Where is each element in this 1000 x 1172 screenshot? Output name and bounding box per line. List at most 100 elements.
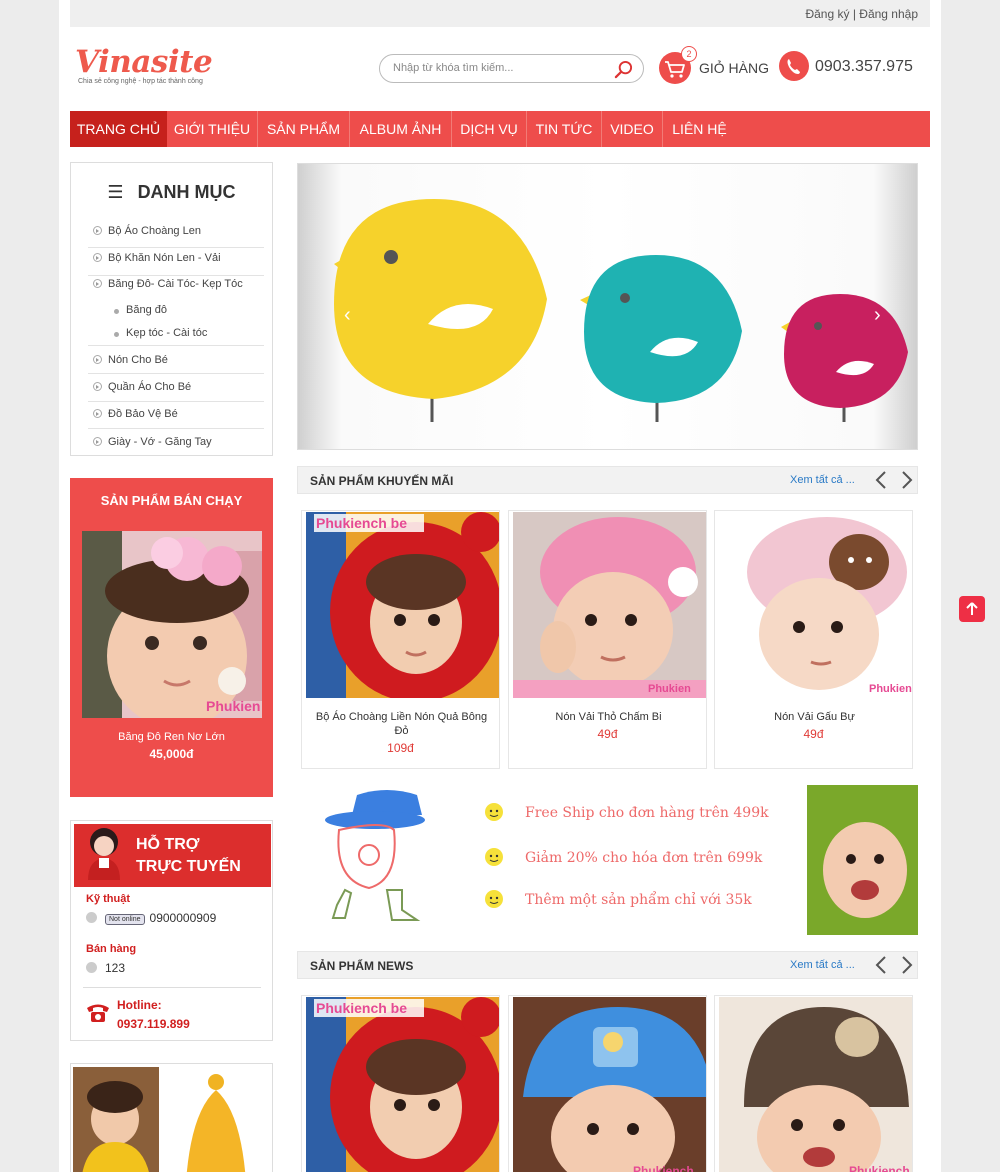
nav-tin-tuc[interactable]: TIN TỨC bbox=[527, 111, 602, 147]
bullet-icon bbox=[93, 253, 102, 262]
category-item[interactable]: Quần Áo Cho Bé bbox=[88, 381, 264, 402]
product-image: Phukiench be bbox=[306, 997, 499, 1172]
promo-section-header: SẢN PHẨM KHUYẾN MÃI Xem tất cả ... bbox=[297, 466, 918, 494]
bestseller-price: 45,000đ bbox=[149, 747, 194, 761]
menu-icon: ☰ bbox=[107, 182, 124, 202]
divider bbox=[83, 987, 261, 988]
category-item[interactable]: Bộ Khăn Nón Len - Vải bbox=[88, 252, 264, 276]
news-see-all-link[interactable]: Xem tất cả ... bbox=[790, 959, 855, 971]
promo-line: Giảm 20% cho hóa đơn trên 699k bbox=[525, 850, 763, 866]
support-header: HỖ TRỢ TRỰC TUYẾN bbox=[74, 824, 271, 887]
hero-slider[interactable]: ‹ › bbox=[297, 163, 918, 450]
arrow-up-icon bbox=[966, 602, 978, 615]
sun-icon bbox=[485, 890, 503, 908]
bestseller-product-image[interactable]: Phukien bbox=[82, 531, 262, 718]
slider-image bbox=[334, 199, 908, 422]
gallery-image[interactable] bbox=[171, 1072, 261, 1172]
support-sales-label: Bán hàng bbox=[86, 943, 137, 955]
subcategory-item[interactable]: Băng đô bbox=[114, 304, 167, 316]
logo[interactable]: Vinasite Chia sẻ công nghệ - hợp tác thà… bbox=[75, 44, 213, 85]
search-icon[interactable] bbox=[614, 60, 633, 79]
product-price: 109đ bbox=[387, 741, 414, 755]
bestseller-title: SẢN PHẨM BÁN CHẠY bbox=[100, 493, 243, 508]
promo-see-all-link[interactable]: Xem tất cả ... bbox=[790, 474, 855, 486]
messenger-icon[interactable] bbox=[86, 912, 97, 923]
category-item[interactable]: Giày - Vớ - Găng Tay bbox=[88, 436, 264, 455]
support-title-1: HỖ TRỢ bbox=[136, 836, 200, 853]
sun-icon bbox=[485, 803, 503, 821]
telephone-icon bbox=[87, 1004, 109, 1022]
chevron-left-icon[interactable] bbox=[872, 954, 892, 976]
support-avatar-icon bbox=[88, 828, 120, 880]
news-section-header: SẢN PHẨM NEWS Xem tất cả ... bbox=[297, 951, 918, 979]
category-item[interactable]: Bộ Áo Choàng Len bbox=[88, 225, 264, 248]
product-card[interactable]: Phukiench be Bộ Áo Choàng Liền Nón Quả B… bbox=[301, 510, 500, 769]
cart-label: GIỎ HÀNG bbox=[699, 60, 770, 76]
watermark: Phukiench be bbox=[316, 515, 407, 531]
chevron-right-icon[interactable] bbox=[896, 469, 916, 491]
watermark: Phukiench bbox=[633, 1164, 694, 1172]
product-card[interactable]: Phukiench be bbox=[301, 995, 500, 1172]
messenger-icon[interactable] bbox=[86, 962, 97, 973]
product-card[interactable]: Phukien Nón Vải Thỏ Chấm Bi 49đ bbox=[508, 510, 707, 769]
watermark: Phukien bbox=[206, 698, 260, 714]
watermark: Phukiench be bbox=[316, 1000, 407, 1016]
search-box bbox=[379, 54, 644, 83]
product-image: Phukienc bbox=[719, 512, 912, 698]
auth-links[interactable]: Đăng ký | Đăng nhập bbox=[805, 7, 918, 21]
product-image: Phukiench bbox=[719, 997, 912, 1172]
status-badge: Not online bbox=[105, 914, 145, 925]
logo-name: Vinasite bbox=[75, 44, 213, 80]
support-sales-value: 123 bbox=[105, 961, 126, 975]
nav-gioi-thieu[interactable]: GIỚI THIỆU bbox=[167, 111, 258, 147]
gallery-image[interactable] bbox=[73, 1067, 159, 1172]
bestseller-name[interactable]: Băng Đô Ren Nơ Lớn bbox=[70, 731, 273, 743]
support-sales-line: 123 bbox=[86, 961, 125, 975]
chevron-right-icon[interactable] bbox=[896, 954, 916, 976]
bullet-icon bbox=[93, 409, 102, 418]
promo-banner[interactable]: Free Ship cho đơn hàng trên 499k Giảm 20… bbox=[297, 785, 918, 935]
product-image: Phukiench be bbox=[306, 512, 499, 698]
bullet-icon bbox=[93, 382, 102, 391]
chevron-left-icon[interactable] bbox=[872, 469, 892, 491]
product-name[interactable]: Nón Vải Thỏ Chấm Bi bbox=[517, 710, 700, 724]
page: Đăng ký | Đăng nhập Vinasite Chia sẻ côn… bbox=[59, 0, 941, 1172]
nav-trang-chu[interactable]: TRANG CHỦ bbox=[70, 111, 167, 147]
nav-lien-he[interactable]: LIÊN HỆ bbox=[663, 111, 736, 147]
support-panel: HỖ TRỢ TRỰC TUYẾN Kỹ thuật Not online 0900… bbox=[70, 820, 273, 1041]
nav-san-pham[interactable]: SẢN PHẨM bbox=[258, 111, 350, 147]
slider-prev-icon[interactable]: ‹ bbox=[344, 304, 351, 327]
product-image: Phukien bbox=[513, 512, 706, 698]
category-item[interactable]: Đồ Bảo Vệ Bé bbox=[88, 408, 264, 429]
support-tech-line: Not online 0900000909 bbox=[86, 911, 216, 925]
sun-icon bbox=[485, 848, 503, 866]
product-name[interactable]: Bộ Áo Choàng Liền Nón Quả Bông Đỏ bbox=[310, 710, 493, 738]
bullet-icon bbox=[93, 437, 102, 446]
promo-line: Thêm một sản phẩm chỉ với 35k bbox=[525, 892, 752, 908]
category-item[interactable]: Nón Cho Bé bbox=[88, 354, 264, 374]
banner-clothes-illustration bbox=[325, 790, 425, 921]
nav-album-anh[interactable]: ALBUM ẢNH bbox=[350, 111, 452, 147]
back-to-top-button[interactable] bbox=[959, 596, 985, 622]
subcategory-item[interactable]: Kẹp tóc - Cài tóc bbox=[113, 327, 207, 339]
product-card[interactable]: Phukiench bbox=[508, 995, 707, 1172]
category-panel: ☰ DANH MỤC Bộ Áo Choàng Len Bộ Khăn Nón L… bbox=[70, 162, 273, 456]
support-tech-label: Kỹ thuật bbox=[86, 893, 130, 905]
news-section-title: SẢN PHẨM NEWS bbox=[310, 959, 414, 973]
promo-section-title: SẢN PHẨM KHUYẾN MÃI bbox=[310, 474, 454, 488]
watermark: Phukiench bbox=[849, 1164, 910, 1172]
slider-next-icon[interactable]: › bbox=[874, 304, 881, 327]
product-name[interactable]: Nón Vải Gấu Bự bbox=[723, 710, 906, 724]
sidebar-gallery bbox=[70, 1063, 273, 1172]
promo-line: Free Ship cho đơn hàng trên 499k bbox=[525, 805, 769, 821]
product-card[interactable]: Phukienc Nón Vải Gấu Bự 49đ bbox=[714, 510, 913, 769]
nav-dich-vu[interactable]: DỊCH VỤ bbox=[452, 111, 527, 147]
category-heading: ☰ DANH MỤC bbox=[71, 182, 272, 203]
product-card[interactable]: Phukiench bbox=[714, 995, 913, 1172]
nav-video[interactable]: VIDEO bbox=[602, 111, 663, 147]
banner-baby-photo bbox=[807, 785, 918, 935]
phone-icon bbox=[779, 51, 809, 81]
bullet-icon bbox=[93, 226, 102, 235]
watermark: Phukienc bbox=[869, 683, 912, 695]
search-input[interactable] bbox=[393, 62, 603, 74]
